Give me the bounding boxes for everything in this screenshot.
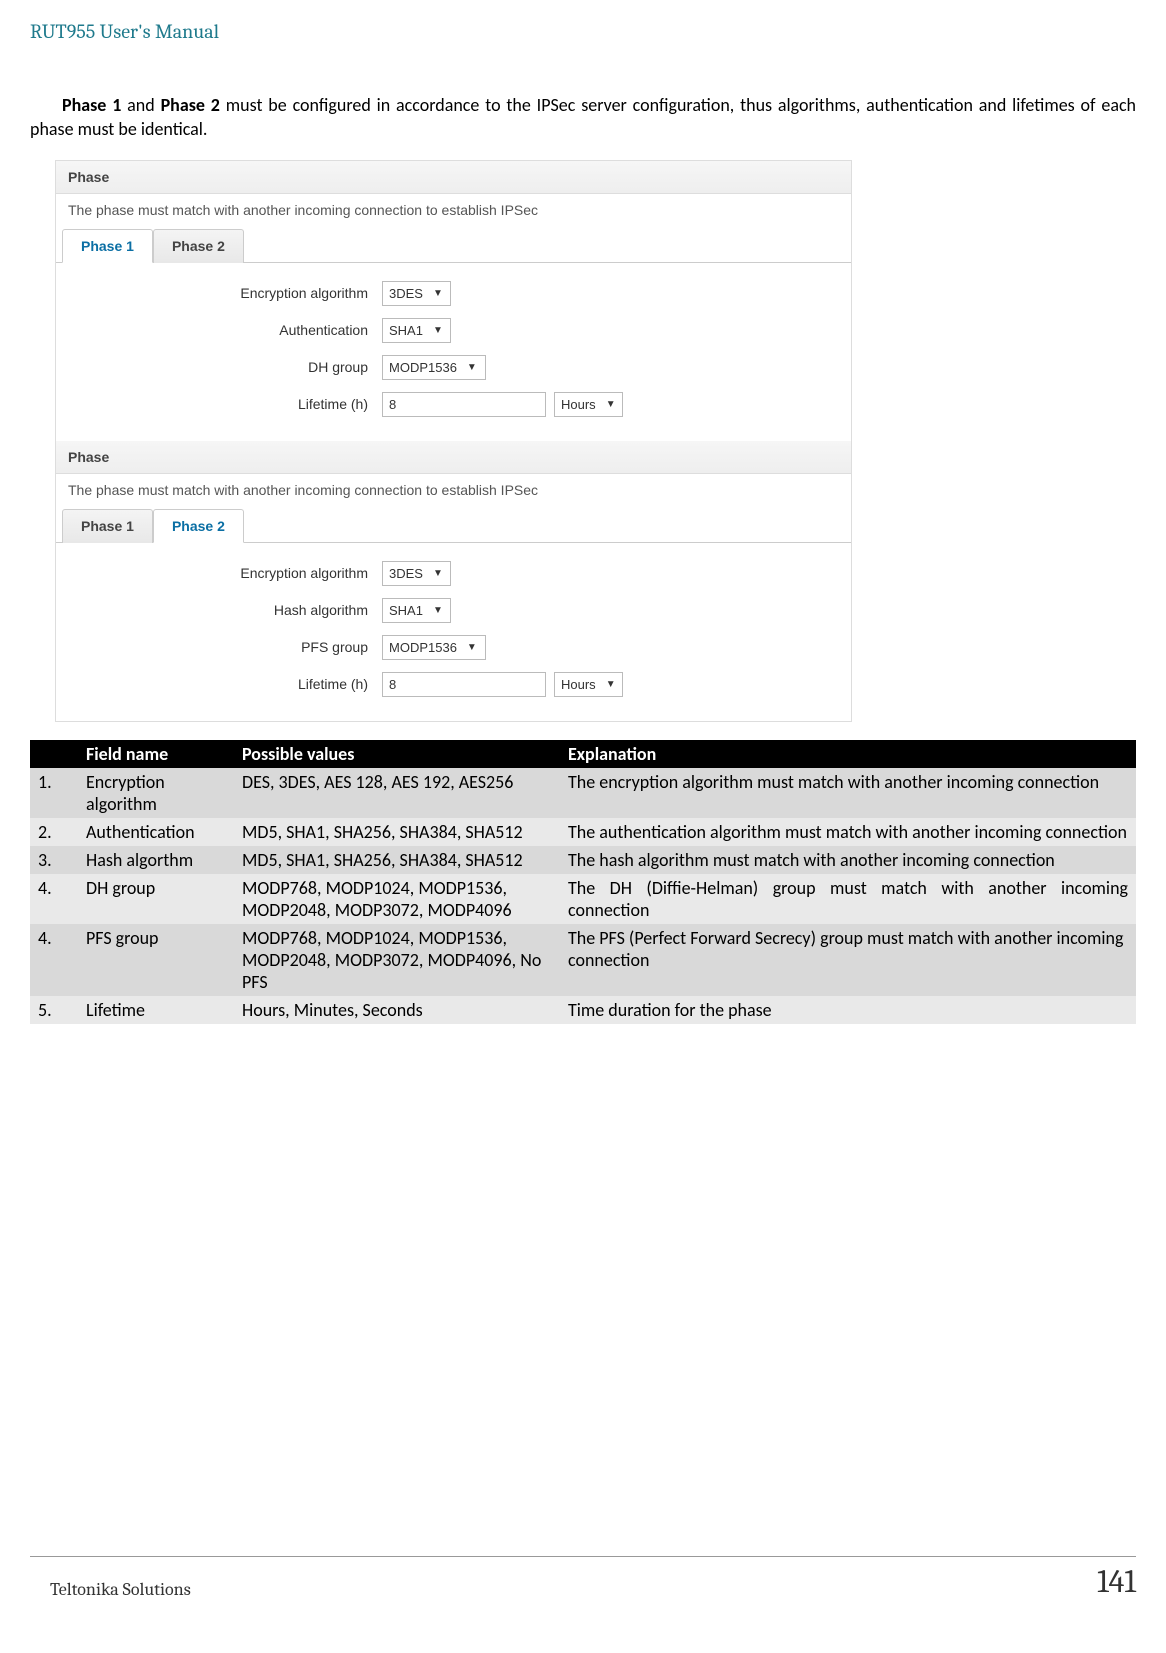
chevron-down-icon: ▼ [433,568,443,579]
phase2-label: Phase 2 [161,94,220,116]
p1-life-unit-select[interactable]: Hours ▼ [554,392,623,417]
phase1-tabs: Phase 1 Phase 2 [56,228,851,263]
chevron-down-icon: ▼ [433,288,443,299]
th-field: Field name [78,740,234,768]
cell-possible: MD5, SHA1, SHA256, SHA384, SHA512 [234,818,560,846]
p1-enc-label: Encryption algorithm [68,285,382,301]
p2-life-unit-select[interactable]: Hours ▼ [554,672,623,697]
p1-auth-value: SHA1 [389,323,423,338]
chevron-down-icon: ▼ [606,679,616,690]
table-row: 5. Lifetime Hours, Minutes, Seconds Time… [30,996,1136,1024]
page-footer: Teltonika Solutions 141 [30,1556,1136,1600]
phase2-desc: The phase must match with another incomi… [56,474,851,508]
p2-hash-label: Hash algorithm [68,602,382,618]
p2-hash-value: SHA1 [389,603,423,618]
p1-auth-select[interactable]: SHA1 ▼ [382,318,451,343]
cell-possible: MODP768, MODP1024, MODP1536, MODP2048, M… [234,924,560,996]
chevron-down-icon: ▼ [433,605,443,616]
table-row: 2. Authentication MD5, SHA1, SHA256, SHA… [30,818,1136,846]
p1-auth-label: Authentication [68,322,382,338]
intro-and: and [121,94,160,116]
table-row: 1. Encryption algorithm DES, 3DES, AES 1… [30,768,1136,818]
cell-num: 1. [30,768,78,818]
p2-enc-value: 3DES [389,566,423,581]
cell-field: Lifetime [78,996,234,1024]
chevron-down-icon: ▼ [433,325,443,336]
cell-num: 5. [30,996,78,1024]
phase2-form: Encryption algorithm 3DES ▼ Hash algorith… [56,543,851,721]
cell-num: 4. [30,924,78,996]
p2-enc-select[interactable]: 3DES ▼ [382,561,451,586]
chevron-down-icon: ▼ [467,362,477,373]
phase1-label: Phase 1 [62,94,121,116]
phase1-form: Encryption algorithm 3DES ▼ Authenticatio… [56,263,851,441]
th-possible: Possible values [234,740,560,768]
cell-field: PFS group [78,924,234,996]
phase2-section-title: Phase [56,441,851,474]
cell-field: Authentication [78,818,234,846]
p1-dh-select[interactable]: MODP1536 ▼ [382,355,486,380]
table-row: 4. PFS group MODP768, MODP1024, MODP1536… [30,924,1136,996]
p1-enc-select[interactable]: 3DES ▼ [382,281,451,306]
p2-life-label: Lifetime (h) [68,676,382,692]
chevron-down-icon: ▼ [467,642,477,653]
cell-explain: The authentication algorithm must match … [560,818,1136,846]
intro-paragraph: Phase 1 and Phase 2 must be configured i… [30,93,1136,142]
table-row: 4. DH group MODP768, MODP1024, MODP1536,… [30,874,1136,924]
cell-field: Hash algorthm [78,846,234,874]
cell-possible: Hours, Minutes, Seconds [234,996,560,1024]
tab-phase2-b[interactable]: Phase 2 [153,509,244,543]
cell-explain: Time duration for the phase [560,996,1136,1024]
page-header-title: RUT955 User's Manual [30,20,1136,43]
p2-life-unit: Hours [561,677,596,692]
phase1-ui-block: Phase The phase must match with another … [55,160,852,722]
p1-dh-value: MODP1536 [389,360,457,375]
cell-explain: The encryption algorithm must match with… [560,768,1136,818]
p2-hash-select[interactable]: SHA1 ▼ [382,598,451,623]
cell-possible: MD5, SHA1, SHA256, SHA384, SHA512 [234,846,560,874]
table-row: 3. Hash algorthm MD5, SHA1, SHA256, SHA3… [30,846,1136,874]
p2-pfs-value: MODP1536 [389,640,457,655]
tab-phase2[interactable]: Phase 2 [153,229,244,263]
p2-enc-label: Encryption algorithm [68,565,382,581]
p1-dh-label: DH group [68,359,382,375]
tab-phase1-b[interactable]: Phase 1 [62,509,153,543]
cell-possible: DES, 3DES, AES 128, AES 192, AES256 [234,768,560,818]
cell-num: 4. [30,874,78,924]
cell-field: Encryption algorithm [78,768,234,818]
p1-enc-value: 3DES [389,286,423,301]
phase2-tabs: Phase 1 Phase 2 [56,508,851,543]
phase1-desc: The phase must match with another incomi… [56,194,851,228]
p2-pfs-label: PFS group [68,639,382,655]
cell-explain: The PFS (Perfect Forward Secrecy) group … [560,924,1136,996]
footer-company: Teltonika Solutions [30,1579,191,1600]
cell-possible: MODP768, MODP1024, MODP1536, MODP2048, M… [234,874,560,924]
p2-life-input[interactable]: 8 [382,672,546,697]
p1-life-label: Lifetime (h) [68,396,382,412]
p2-pfs-select[interactable]: MODP1536 ▼ [382,635,486,660]
cell-field: DH group [78,874,234,924]
th-explain: Explanation [560,740,1136,768]
cell-explain: The hash algorithm must match with anoth… [560,846,1136,874]
p1-life-unit: Hours [561,397,596,412]
cell-explain: The DH (Diffie-Helman) group must match … [560,874,1136,924]
th-num [30,740,78,768]
p1-life-input[interactable]: 8 [382,392,546,417]
table-header-row: Field name Possible values Explanation [30,740,1136,768]
fields-table: Field name Possible values Explanation 1… [30,740,1136,1024]
cell-num: 2. [30,818,78,846]
chevron-down-icon: ▼ [606,399,616,410]
footer-page-number: 141 [1097,1563,1136,1600]
tab-phase1[interactable]: Phase 1 [62,229,153,263]
phase1-section-title: Phase [56,161,851,194]
cell-num: 3. [30,846,78,874]
